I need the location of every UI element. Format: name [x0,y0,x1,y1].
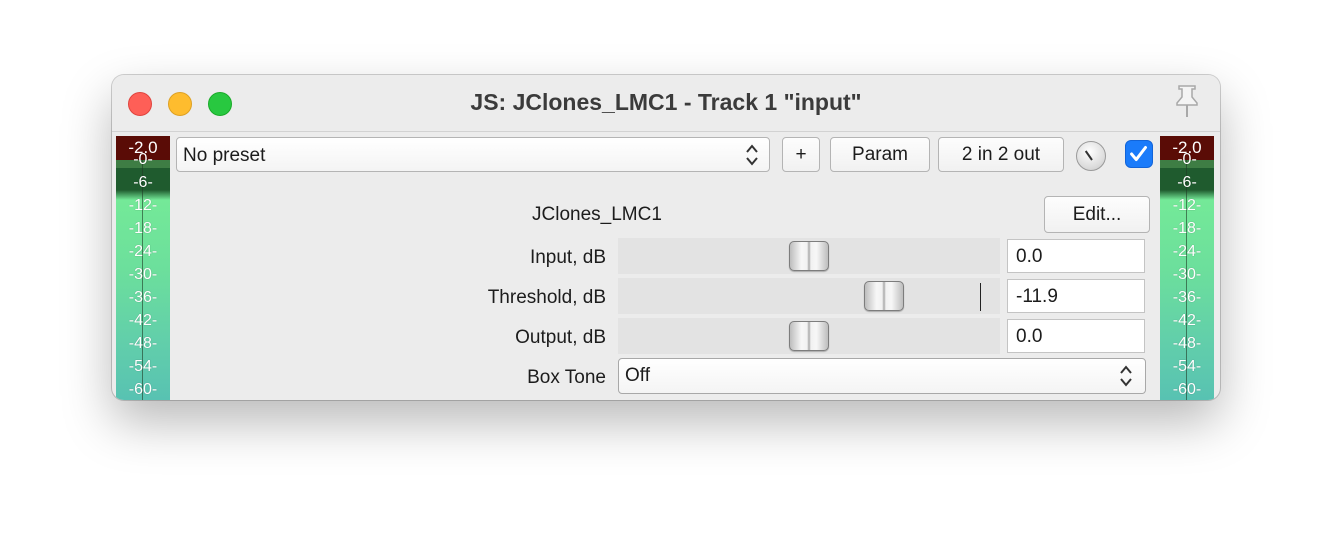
input-meter-tick: -36- [128,289,158,306]
slider-thumb[interactable] [789,321,829,351]
output-meter-tick: -12- [1172,197,1202,214]
io-routing-button[interactable]: 2 in 2 out [938,137,1064,172]
input-meter-tick: -24- [128,243,158,260]
threshold-value: -11.9 [1016,286,1058,307]
output-meter-tick: -42- [1172,312,1202,329]
output-value-field[interactable]: 0.0 [1007,319,1145,353]
output-meter-tick: -60- [1172,381,1202,398]
output-meter-tick: -24- [1172,243,1202,260]
slider-thumb[interactable] [789,241,829,271]
output-level-meter: -2.0 -0- -6- -12- -18- -24- -30- -36- -4… [1160,136,1214,400]
output-meter-tick: -6- [1177,174,1197,191]
output-meter-tick: -36- [1172,289,1202,306]
box-tone-value: Off [625,365,650,386]
output-meter-tick: -54- [1172,358,1202,375]
edit-button[interactable]: Edit... [1044,196,1150,233]
input-value: 0.0 [1016,246,1043,267]
input-level-meter: -2.0 -0- -6- -12- -18- -24- -30- -36- -4… [116,136,170,400]
bypass-checkbox[interactable] [1125,140,1153,168]
plugin-window: JS: JClones_LMC1 - Track 1 "input" -2.0 … [112,75,1220,400]
output-slider[interactable] [618,318,1000,354]
title-bar[interactable]: JS: JClones_LMC1 - Track 1 "input" [112,75,1220,132]
input-slider[interactable] [618,238,1000,274]
slider-thumb[interactable] [864,281,904,311]
param-label-threshold: Threshold, dB [487,287,606,308]
checkmark-icon [1130,146,1147,162]
output-meter-tick: -0- [1177,151,1197,168]
preset-dropdown[interactable]: No preset [176,137,770,172]
output-meter-tick: -18- [1172,220,1202,237]
output-meter-tick: -48- [1172,335,1202,352]
param-label-input: Input, dB [529,247,606,268]
input-meter-tick: -54- [128,358,158,375]
threshold-value-field[interactable]: -11.9 [1007,279,1145,313]
input-meter-tick: -6- [133,174,153,191]
box-tone-dropdown[interactable]: Off [618,358,1146,394]
output-meter-tick: -30- [1172,266,1202,283]
input-meter-tick: -18- [128,220,158,237]
threshold-slider[interactable] [618,278,1000,314]
input-meter-tick: -48- [128,335,158,352]
param-label-box-tone: Box Tone [527,367,606,388]
input-meter-tick: -42- [128,312,158,329]
input-meter-tick: -0- [133,151,153,168]
param-button[interactable]: Param [830,137,930,172]
add-preset-button[interactable]: + [782,137,820,172]
input-meter-tick: -60- [128,381,158,398]
input-meter-tick: -12- [128,197,158,214]
input-value-field[interactable]: 0.0 [1007,239,1145,273]
wet-knob-icon[interactable] [1076,141,1106,171]
updown-chevron-icon [746,144,758,166]
input-meter-tick: -30- [128,266,158,283]
output-value: 0.0 [1016,326,1043,347]
threshold-default-marker [980,283,981,311]
param-label-output: Output, dB [515,327,606,348]
updown-chevron-icon [1120,365,1132,387]
preset-value: No preset [183,145,266,166]
window-title: JS: JClones_LMC1 - Track 1 "input" [470,89,862,115]
pin-icon[interactable] [1170,83,1204,119]
plugin-name-label: JClones_LMC1 [532,204,662,225]
